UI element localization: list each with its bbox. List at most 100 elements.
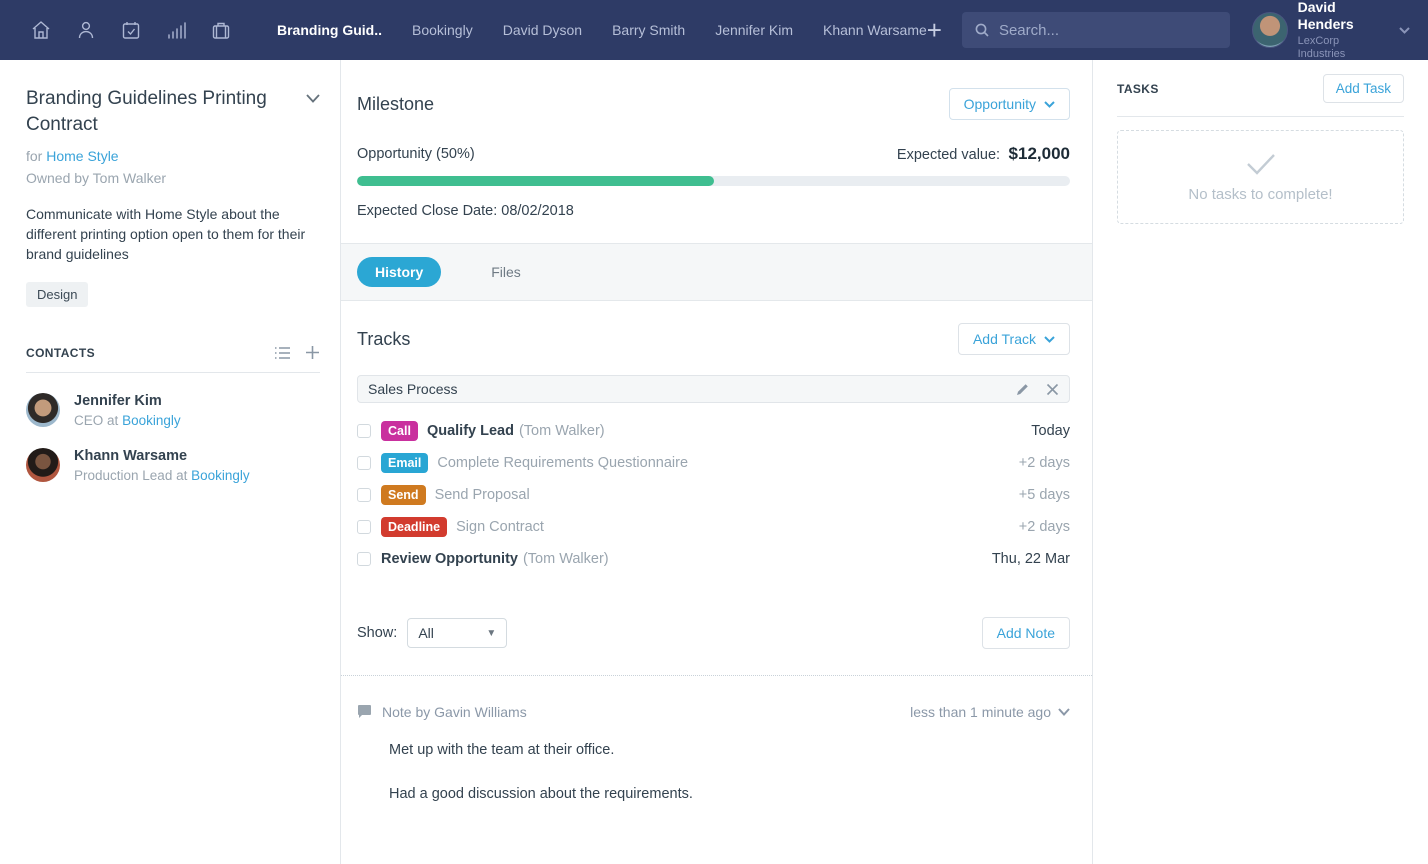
history-files-tabbar: History Files	[341, 243, 1092, 301]
contact-row-khann[interactable]: Khann Warsame Production Lead at Booking…	[26, 448, 320, 483]
opportunity-title: Branding Guidelines Printing Contract	[26, 86, 306, 138]
task-owner: (Tom Walker)	[523, 551, 609, 567]
tasks-panel: TASKS Add Task No tasks to complete!	[1092, 60, 1428, 864]
chevron-down-icon	[1044, 101, 1055, 108]
task-title[interactable]: Sign Contract	[456, 519, 544, 535]
chevron-down-icon	[1044, 336, 1055, 343]
tasks-empty-message: No tasks to complete!	[1188, 186, 1332, 203]
task-checkbox[interactable]	[357, 456, 371, 470]
user-avatar	[1252, 12, 1288, 48]
task-badge-email: Email	[381, 453, 428, 473]
history-feed: Note by Gavin Williams less than 1 minut…	[341, 675, 1092, 804]
for-label: for	[26, 148, 42, 164]
nav-right-cluster: + David Henders LexCorp Industries	[927, 0, 1428, 61]
nav-tab-david-dyson[interactable]: David Dyson	[503, 22, 582, 38]
add-note-label: Add Note	[997, 625, 1055, 641]
stage-percent-label: Opportunity (50%)	[357, 146, 475, 162]
user-menu[interactable]: David Henders LexCorp Industries	[1252, 0, 1410, 61]
milestone-section: Milestone Opportunity Opportunity (50%) …	[341, 60, 1092, 243]
task-badge-send: Send	[381, 485, 426, 505]
expected-value-group: Expected value: $12,000	[897, 144, 1070, 164]
add-note-button[interactable]: Add Note	[982, 617, 1070, 649]
opportunity-for-line: for Home Style	[26, 148, 320, 164]
task-badge-call: Call	[381, 421, 418, 441]
collapse-chevron-down-icon[interactable]	[306, 90, 320, 108]
add-task-button[interactable]: Add Task	[1323, 74, 1404, 103]
task-title[interactable]: Review Opportunity	[381, 551, 518, 567]
milestone-heading: Milestone	[357, 94, 434, 115]
note-chevron-down-icon	[1058, 708, 1070, 716]
task-checkbox[interactable]	[357, 552, 371, 566]
contacts-label: CONTACTS	[26, 346, 260, 360]
contact-avatar	[26, 393, 60, 427]
add-track-button[interactable]: Add Track	[958, 323, 1070, 355]
task-owner: (Tom Walker)	[519, 423, 605, 439]
nav-tab-jennifer-kim[interactable]: Jennifer Kim	[715, 22, 793, 38]
tab-files[interactable]: Files	[473, 257, 539, 287]
add-contact-icon[interactable]	[305, 345, 320, 360]
contact-company-link[interactable]: Bookingly	[122, 413, 181, 428]
search-input[interactable]	[999, 22, 1218, 39]
contact-avatar	[26, 448, 60, 482]
nav-tab-barry-smith[interactable]: Barry Smith	[612, 22, 685, 38]
note-time-text: less than 1 minute ago	[910, 704, 1051, 720]
tasks-empty-state: No tasks to complete!	[1117, 130, 1404, 224]
contact-row-jennifer[interactable]: Jennifer Kim CEO at Bookingly	[26, 393, 320, 428]
note-icon	[357, 705, 372, 719]
task-checkbox[interactable]	[357, 520, 371, 534]
tag-design[interactable]: Design	[26, 282, 88, 307]
milestone-stage-button[interactable]: Opportunity	[949, 88, 1070, 120]
role-text: Production Lead	[74, 468, 172, 483]
nav-tab-branding[interactable]: Branding Guid..	[277, 22, 382, 38]
contact-role: Production Lead at Bookingly	[74, 468, 250, 483]
task-due-date: +2 days	[1019, 455, 1070, 471]
reports-icon[interactable]	[164, 18, 188, 42]
role-text: CEO	[74, 413, 103, 428]
task-title[interactable]: Send Proposal	[435, 487, 530, 503]
track-task-row: Send Send Proposal +5 days	[357, 479, 1070, 511]
tab-history[interactable]: History	[357, 257, 441, 287]
task-title[interactable]: Qualify Lead	[427, 423, 514, 439]
opportunity-sidebar: Branding Guidelines Printing Contract fo…	[0, 60, 341, 864]
task-due-date: +5 days	[1019, 487, 1070, 503]
history-filter-row: Show: All ▼ Add Note	[357, 617, 1070, 675]
tracks-heading: Tracks	[357, 329, 410, 350]
milestone-progress-bar	[357, 176, 1070, 186]
contact-name: Jennifer Kim	[74, 393, 181, 409]
add-track-label: Add Track	[973, 331, 1036, 347]
add-tab-button[interactable]: +	[927, 17, 942, 43]
calendar-icon[interactable]	[119, 18, 143, 42]
top-navbar: Branding Guid.. Bookingly David Dyson Ba…	[0, 0, 1428, 60]
home-icon[interactable]	[29, 18, 53, 42]
contact-company-link[interactable]: Bookingly	[191, 468, 250, 483]
company-link[interactable]: Home Style	[46, 148, 118, 164]
select-caret-down-icon: ▼	[486, 628, 496, 639]
remove-track-close-icon[interactable]	[1046, 383, 1059, 396]
task-checkbox[interactable]	[357, 424, 371, 438]
task-badge-deadline: Deadline	[381, 517, 447, 537]
contacts-header: CONTACTS	[26, 345, 320, 373]
note-timestamp[interactable]: less than 1 minute ago	[910, 704, 1070, 720]
contacts-icon[interactable]	[74, 18, 98, 42]
show-filter-select[interactable]: All ▼	[407, 618, 507, 648]
contact-role: CEO at Bookingly	[74, 413, 181, 428]
expected-value-label: Expected value:	[897, 147, 1000, 163]
task-due-date: Thu, 22 Mar	[992, 551, 1070, 567]
add-task-label: Add Task	[1336, 81, 1391, 96]
user-menu-chevron-down-icon[interactable]	[1399, 21, 1410, 39]
main-panel: Milestone Opportunity Opportunity (50%) …	[341, 60, 1092, 864]
nav-tab-khann-warsame[interactable]: Khann Warsame	[823, 22, 927, 38]
task-title[interactable]: Complete Requirements Questionnaire	[437, 455, 688, 471]
expected-close-date: Expected Close Date: 08/02/2018	[357, 203, 1070, 219]
contacts-list-view-icon[interactable]	[274, 346, 291, 360]
cases-icon[interactable]	[209, 18, 233, 42]
note-body: Met up with the team at their office. Ha…	[389, 740, 1070, 804]
user-name: David Henders	[1298, 0, 1385, 33]
task-checkbox[interactable]	[357, 488, 371, 502]
track-task-list: Call Qualify Lead (Tom Walker) Today Ema…	[357, 415, 1070, 575]
at-text: at	[107, 413, 118, 428]
nav-tab-bookingly[interactable]: Bookingly	[412, 22, 473, 38]
edit-track-pencil-icon[interactable]	[1015, 382, 1030, 397]
milestone-progress-fill	[357, 176, 714, 186]
note-author: Note by Gavin Williams	[382, 704, 910, 720]
